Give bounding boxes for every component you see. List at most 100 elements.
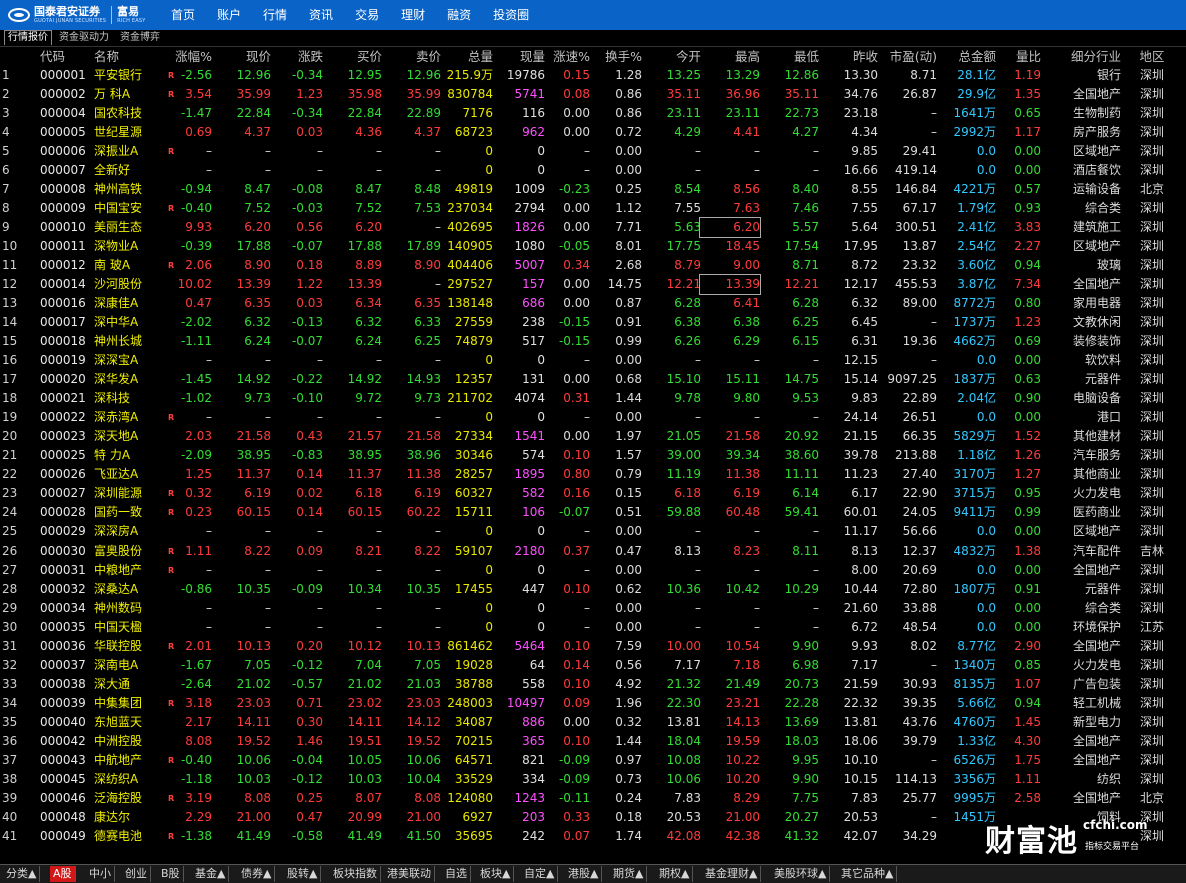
cell-name[interactable]: 国药一致: [94, 503, 142, 522]
market-tab-15[interactable]: 期权▲: [656, 866, 694, 882]
cell-name[interactable]: 神州高铁: [94, 180, 142, 199]
nav-item-6[interactable]: 融资: [436, 0, 482, 30]
table-row[interactable]: 6 000007 全新好 – – – – –0 0–0.00– – –16.66 419.14 0.0 0…: [0, 161, 1186, 180]
market-tab-2[interactable]: 中小: [86, 866, 115, 882]
cell-name[interactable]: 深振业A: [94, 142, 138, 161]
market-tab-14[interactable]: 期货▲: [610, 866, 648, 882]
cell-name[interactable]: 深纺织A: [94, 770, 138, 789]
table-row[interactable]: 15 000018 神州长城 -1.11 6.24 -0.07 6.24 6.25 74879 5…: [0, 332, 1186, 351]
market-tab-13[interactable]: 港股▲: [565, 866, 603, 882]
table-row[interactable]: 30 000035 中国天楹 – – – – –0 0–0.00– – –6.72 48.54 0.0 0…: [0, 618, 1186, 637]
cell-name[interactable]: 深桑达A: [94, 580, 138, 599]
table-row[interactable]: 27 000031 中粮地产 – – – – –0 0–0.00– – –8.00 20.69 0.0 0…: [0, 561, 1186, 580]
cell-name[interactable]: 神州数码: [94, 599, 142, 618]
nav-item-0[interactable]: 首页: [160, 0, 206, 30]
table-row[interactable]: 12 000014 沙河股份 10.02 13.39 1.22 13.39–297527 15…: [0, 274, 1186, 296]
table-row[interactable]: 17 000020 深华发A -1.45 14.92 -0.22 14.92 14.93 123…: [0, 370, 1186, 389]
table-row[interactable]: 7 000008 神州高铁 -0.94 8.47 -0.08 8.47 8.48 49819 10…: [0, 180, 1186, 199]
cell-name[interactable]: 国农科技: [94, 104, 142, 123]
market-tab-3[interactable]: 创业: [122, 866, 151, 882]
market-tab-0[interactable]: 分类▲: [3, 866, 41, 882]
cell-name[interactable]: 全新好: [94, 161, 130, 180]
table-row[interactable]: 24 000028 国药一致 0.23 60.15 0.14 60.15 60.22 15711…: [0, 503, 1186, 522]
market-tab-17[interactable]: 美股环球▲: [771, 866, 831, 882]
cell-name[interactable]: 深科技: [94, 389, 130, 408]
col-header-0[interactable]: 代码: [40, 48, 65, 66]
table-row[interactable]: 9 000010 美丽生态 9.93 6.20 0.56 6.20–402695 1826 0.…: [0, 217, 1186, 239]
table-row[interactable]: 34 000039 中集集团 3.18 23.03 0.71 23.02 23.03 24800…: [0, 694, 1186, 713]
market-tab-11[interactable]: 板块▲: [477, 866, 515, 882]
table-row[interactable]: 11 000012 南 玻A 2.06 8.90 0.18 8.89 8.90 404406 50…: [0, 256, 1186, 275]
table-row[interactable]: 28 000032 深桑达A -0.86 10.35 -0.09 10.34 10.35 174…: [0, 580, 1186, 599]
nav-item-1[interactable]: 账户: [206, 0, 252, 30]
table-row[interactable]: 4 000005 世纪星源 0.69 4.37 0.03 4.36 4.37 68723 962 0…: [0, 123, 1186, 142]
cell-name[interactable]: 深赤湾A: [94, 408, 138, 427]
table-row[interactable]: 23 000027 深圳能源 0.32 6.19 0.02 6.18 6.19 60327 582…: [0, 484, 1186, 503]
table-row[interactable]: 21 000025 特 力A -2.09 38.95 -0.83 38.95 38.96 303…: [0, 446, 1186, 465]
table-row[interactable]: 26 000030 富奥股份 1.11 8.22 0.09 8.21 8.22 59107 218…: [0, 542, 1186, 561]
table-row[interactable]: 2 000002 万 科A 3.54 35.99 1.23 35.98 35.99 830784…: [0, 85, 1186, 104]
cell-name[interactable]: 深康佳A: [94, 294, 138, 313]
market-tab-18[interactable]: 其它品种▲: [838, 866, 898, 882]
cell-name[interactable]: 沙河股份: [94, 275, 142, 294]
table-row[interactable]: 5 000006 深振业A – – – – –0 0–0.00– – –9.85 29.41 0.0 0.…: [0, 142, 1186, 161]
subtab-2[interactable]: 资金博弈: [117, 31, 163, 45]
cell-name[interactable]: 康达尔: [94, 808, 130, 827]
cell-name[interactable]: 深深宝A: [94, 351, 138, 370]
cell-name[interactable]: 华联控股: [94, 637, 142, 656]
market-tab-12[interactable]: 自定▲: [521, 866, 559, 882]
cell-name[interactable]: 万 科A: [94, 85, 130, 104]
table-row[interactable]: 14 000017 深中华A -2.02 6.32 -0.13 6.32 6.33 27559 2…: [0, 313, 1186, 332]
table-row[interactable]: 19 000022 深赤湾A – – – – –0 0–0.00– – –24.14 26.51 0.0…: [0, 408, 1186, 427]
cell-name[interactable]: 飞亚达A: [94, 465, 138, 484]
cell-name[interactable]: 深中华A: [94, 313, 138, 332]
cell-name[interactable]: 平安银行: [94, 66, 142, 85]
market-tab-6[interactable]: 债券▲: [238, 866, 276, 882]
table-row[interactable]: 10 000011 深物业A -0.39 17.88 -0.07 17.88 17.89 140…: [0, 237, 1186, 256]
table-row[interactable]: 16 000019 深深宝A – – – – –0 0–0.00– – –12.15–0.0 0.00…: [0, 351, 1186, 370]
market-tab-1[interactable]: A股: [50, 866, 76, 882]
table-row[interactable]: 33 000038 深大通 -2.64 21.02 -0.57 21.02 21.03 3878…: [0, 675, 1186, 694]
cell-name[interactable]: 中集集团: [94, 694, 142, 713]
cell-name[interactable]: 中洲控股: [94, 732, 142, 751]
cell-name[interactable]: 东旭蓝天: [94, 713, 142, 732]
market-tab-9[interactable]: 港美联动: [384, 866, 435, 882]
cell-name[interactable]: 深大通: [94, 675, 130, 694]
cell-name[interactable]: 中航地产: [94, 751, 142, 770]
cell-name[interactable]: 特 力A: [94, 446, 130, 465]
cell-name[interactable]: 深华发A: [94, 370, 138, 389]
table-row[interactable]: 22 000026 飞亚达A 1.25 11.37 0.14 11.37 11.38 28257…: [0, 465, 1186, 484]
cell-name[interactable]: 神州长城: [94, 332, 142, 351]
market-tab-16[interactable]: 基金理财▲: [702, 866, 762, 882]
table-row[interactable]: 25 000029 深深房A – – – – –0 0–0.00– – –11.17 56.66 0.0…: [0, 522, 1186, 541]
table-row[interactable]: 39 000046 泛海控股 3.19 8.08 0.25 8.07 8.08 124080 12…: [0, 789, 1186, 808]
cell-name[interactable]: 德赛电池: [94, 827, 142, 846]
nav-item-7[interactable]: 投资圈: [482, 0, 540, 30]
market-tab-8[interactable]: 板块指数: [330, 866, 381, 882]
table-row[interactable]: 35 000040 东旭蓝天 2.17 14.11 0.30 14.11 14.12 34087…: [0, 713, 1186, 732]
table-row[interactable]: 18 000021 深科技 -1.02 9.73 -0.10 9.72 9.73 211702 4…: [0, 389, 1186, 408]
table-row[interactable]: 29 000034 神州数码 – – – – –0 0–0.00– – –21.60 33.88 0.0…: [0, 599, 1186, 618]
cell-name[interactable]: 富奥股份: [94, 542, 142, 561]
nav-item-4[interactable]: 交易: [344, 0, 390, 30]
cell-name[interactable]: 泛海控股: [94, 789, 142, 808]
cell-name[interactable]: 美丽生态: [94, 218, 142, 237]
market-tab-7[interactable]: 股转▲: [284, 866, 322, 882]
cell-name[interactable]: 深圳能源: [94, 484, 142, 503]
cell-name[interactable]: 深南电A: [94, 656, 138, 675]
nav-item-3[interactable]: 资讯: [298, 0, 344, 30]
cell-name[interactable]: 中国宝安: [94, 199, 142, 218]
col-header-18[interactable]: 细分行业: [1041, 48, 1121, 66]
table-row[interactable]: 13 000016 深康佳A 0.47 6.35 0.03 6.34 6.35 138148 68…: [0, 294, 1186, 313]
table-row[interactable]: 31 000036 华联控股 2.01 10.13 0.20 10.12 10.13 86146…: [0, 637, 1186, 656]
cell-name[interactable]: 世纪星源: [94, 123, 142, 142]
nav-item-2[interactable]: 行情: [252, 0, 298, 30]
subtab-0[interactable]: 行情报价: [4, 30, 52, 45]
market-tab-4[interactable]: B股: [158, 866, 184, 882]
cell-name[interactable]: 南 玻A: [94, 256, 130, 275]
col-header-19[interactable]: 地区: [1132, 48, 1172, 66]
col-header-1[interactable]: 名称: [94, 48, 119, 66]
table-row[interactable]: 8 000009 中国宝安 -0.40 7.52 -0.03 7.52 7.53 237034 2…: [0, 199, 1186, 218]
subtab-1[interactable]: 资金驱动力: [56, 31, 112, 45]
cell-name[interactable]: 深深房A: [94, 522, 138, 541]
